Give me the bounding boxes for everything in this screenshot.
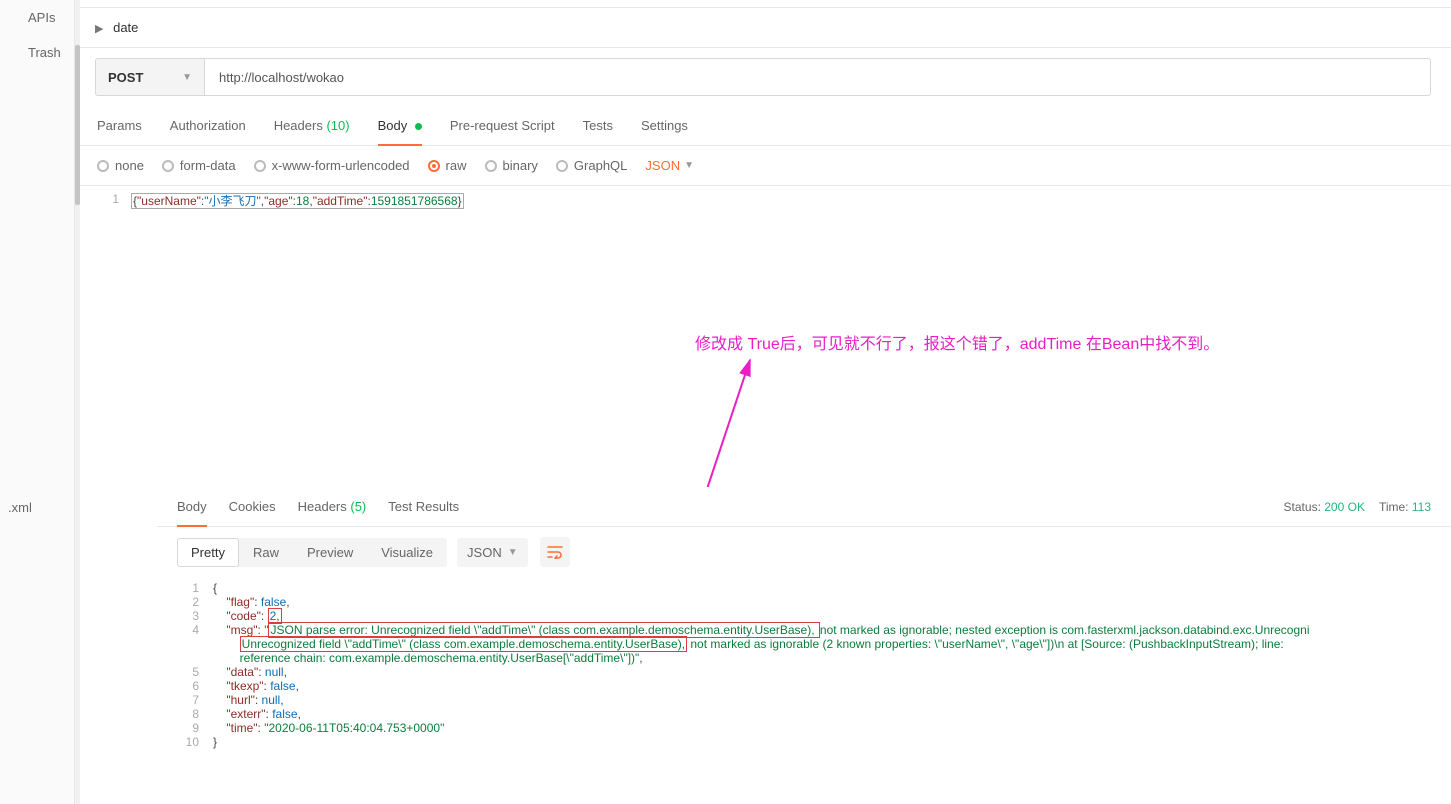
tabs-bar <box>75 0 1451 8</box>
view-pretty[interactable]: Pretty <box>177 538 239 567</box>
editor-code: {"userName":"小李飞刀","age":18,"addTime":15… <box>131 192 464 209</box>
request-url-row: POST ▼ <box>75 48 1451 106</box>
scrollbar[interactable] <box>75 0 80 804</box>
response-toolbar: Pretty Raw Preview Visualize JSON ▼ <box>157 527 1451 577</box>
request-body-editor[interactable]: 1 {"userName":"小李飞刀","age":18,"addTime":… <box>75 186 1451 215</box>
tab-tests[interactable]: Tests <box>583 106 613 145</box>
radio-raw[interactable]: raw <box>428 158 467 173</box>
resp-tab-cookies[interactable]: Cookies <box>229 487 276 526</box>
chevron-right-icon: ▶ <box>95 22 103 35</box>
response-status: Status: 200 OK Time: 113 <box>1284 487 1431 526</box>
tab-params[interactable]: Params <box>97 106 142 145</box>
view-preview[interactable]: Preview <box>293 538 367 567</box>
format-select[interactable]: JSON ▼ <box>457 538 528 567</box>
line-number: 1 <box>97 192 119 209</box>
tab-headers-label: Headers <box>274 118 323 133</box>
main-panel: ▶ date POST ▼ Params Authorization Heade… <box>75 0 1451 804</box>
radio-none[interactable]: none <box>97 158 144 173</box>
response-body-editor[interactable]: 1{ 2 "flag": false, 3 "code": 2, 4 "msg"… <box>157 577 1451 753</box>
content-type-select[interactable]: JSON ▼ <box>645 158 694 173</box>
response-tabs: Body Cookies Headers (5) Test Results St… <box>157 487 1451 527</box>
view-visualize[interactable]: Visualize <box>367 538 447 567</box>
resp-tab-headers[interactable]: Headers (5) <box>298 487 367 526</box>
sidebar-trash[interactable]: Trash <box>0 35 74 70</box>
chevron-down-icon: ▼ <box>684 160 694 171</box>
collapse-label: date <box>113 20 138 35</box>
radio-form-data[interactable]: form-data <box>162 158 236 173</box>
annotation-text: 修改成 True后，可见就不行了，报这个错了，addTime 在Bean中找不到… <box>695 330 1219 354</box>
chevron-down-icon: ▼ <box>508 547 518 558</box>
tab-body[interactable]: Body <box>378 106 422 145</box>
radio-graphql[interactable]: GraphQL <box>556 158 627 173</box>
modified-dot-icon <box>415 123 422 130</box>
tab-prerequest[interactable]: Pre-request Script <box>450 106 555 145</box>
resp-tab-body[interactable]: Body <box>177 487 207 526</box>
view-raw[interactable]: Raw <box>239 538 293 567</box>
chevron-down-icon: ▼ <box>182 72 192 83</box>
method-select[interactable]: POST ▼ <box>95 58 205 96</box>
tab-headers-count: (10) <box>326 118 349 133</box>
radio-binary[interactable]: binary <box>485 158 538 173</box>
scroll-thumb[interactable] <box>75 45 80 205</box>
tab-authorization[interactable]: Authorization <box>170 106 246 145</box>
url-input[interactable] <box>205 58 1431 96</box>
tab-settings[interactable]: Settings <box>641 106 688 145</box>
sidebar-apis[interactable]: APIs <box>0 0 74 35</box>
wrap-toggle-icon[interactable] <box>540 537 570 567</box>
tab-headers[interactable]: Headers (10) <box>274 106 350 145</box>
body-type-row: none form-data x-www-form-urlencoded raw… <box>75 146 1451 186</box>
radio-urlencoded[interactable]: x-www-form-urlencoded <box>254 158 410 173</box>
response-section: Body Cookies Headers (5) Test Results St… <box>157 487 1451 804</box>
resp-tab-testresults[interactable]: Test Results <box>388 487 459 526</box>
collapse-row[interactable]: ▶ date <box>75 8 1451 48</box>
method-value: POST <box>108 70 143 85</box>
sidebar-xml-label: .xml <box>0 496 40 519</box>
request-tabs: Params Authorization Headers (10) Body P… <box>75 106 1451 146</box>
sidebar: APIs Trash .xml <box>0 0 75 804</box>
tab-body-label: Body <box>378 118 408 133</box>
